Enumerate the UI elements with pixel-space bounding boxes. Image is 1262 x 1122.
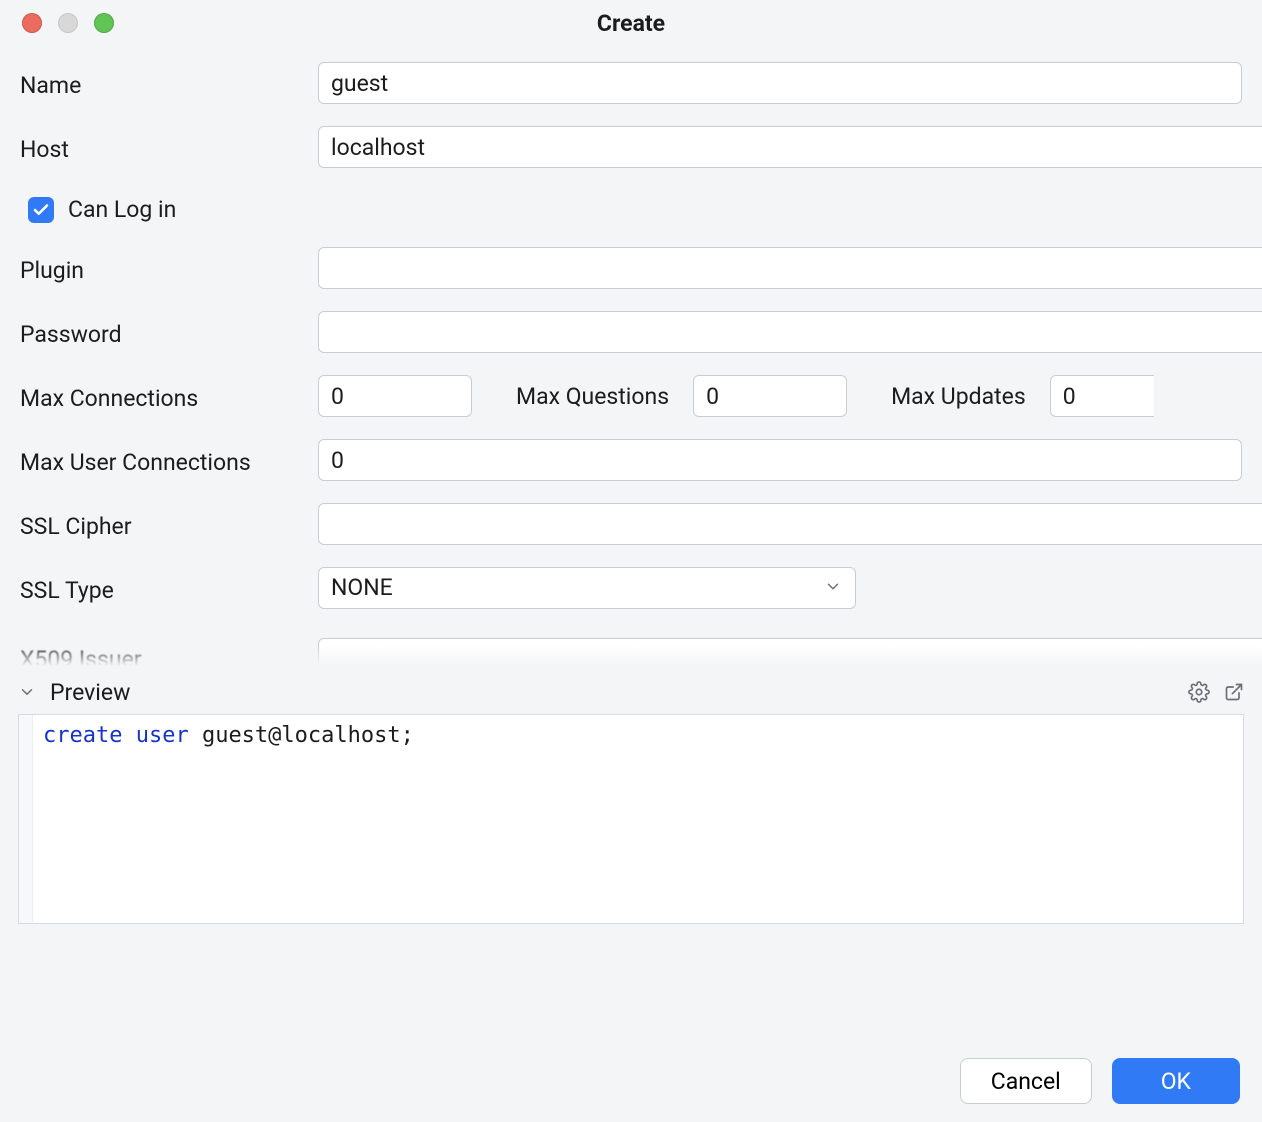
sql-body: guest@localhost; [189,723,414,748]
window-title: Create [0,10,1262,37]
ssl-cipher-field[interactable] [318,503,1262,545]
close-window-icon[interactable] [22,13,42,33]
collapse-preview-toggle[interactable] [18,683,36,701]
host-label: Host [20,132,318,163]
password-field[interactable] [318,311,1262,353]
preview-section: Preview create user guest@localhost; [0,670,1262,924]
check-icon [32,201,50,219]
x509-issuer-row: X509 Issuer [20,638,1262,666]
code-gutter [19,715,33,923]
sql-keyword: create user [43,723,189,748]
zoom-window-icon[interactable] [94,13,114,33]
x509-issuer-label: X509 Issuer [20,646,318,667]
ssl-type-select[interactable]: NONE [318,567,856,609]
max-connections-field[interactable] [318,375,472,417]
ok-button[interactable]: OK [1112,1058,1240,1104]
name-label: Name [20,68,318,99]
password-label: Password [20,317,318,348]
external-link-icon [1224,682,1244,702]
max-questions-field[interactable] [693,375,847,417]
window-controls [0,13,114,33]
max-user-connections-field[interactable] [318,439,1242,481]
form-area: Name Host Can Log in Plugin Password Ma [0,46,1262,666]
preview-code: create user guest@localhost; [33,715,424,923]
max-updates-label: Max Updates [891,383,1026,410]
titlebar: Create [0,0,1262,46]
preview-label: Preview [50,679,130,706]
ssl-type-label: SSL Type [20,573,318,604]
host-field[interactable] [318,126,1262,168]
max-user-connections-label: Max User Connections [20,445,318,476]
plugin-label: Plugin [20,253,318,284]
open-in-editor-button[interactable] [1224,682,1244,702]
preview-settings-button[interactable] [1188,681,1210,703]
minimize-window-icon[interactable] [58,13,78,33]
max-questions-label: Max Questions [516,383,669,410]
name-field[interactable] [318,62,1242,104]
cancel-button[interactable]: Cancel [960,1058,1092,1104]
max-updates-field[interactable] [1050,375,1154,417]
ssl-cipher-label: SSL Cipher [20,509,318,540]
can-login-checkbox[interactable] [28,197,54,223]
max-connections-label: Max Connections [20,381,318,412]
x509-issuer-field[interactable] [318,638,1262,666]
plugin-field[interactable] [318,247,1262,289]
can-login-label: Can Log in [68,196,176,223]
gear-icon [1188,681,1210,703]
dialog-buttons: Cancel OK [960,1058,1240,1104]
preview-code-area[interactable]: create user guest@localhost; [18,714,1244,924]
chevron-down-icon [18,683,36,701]
